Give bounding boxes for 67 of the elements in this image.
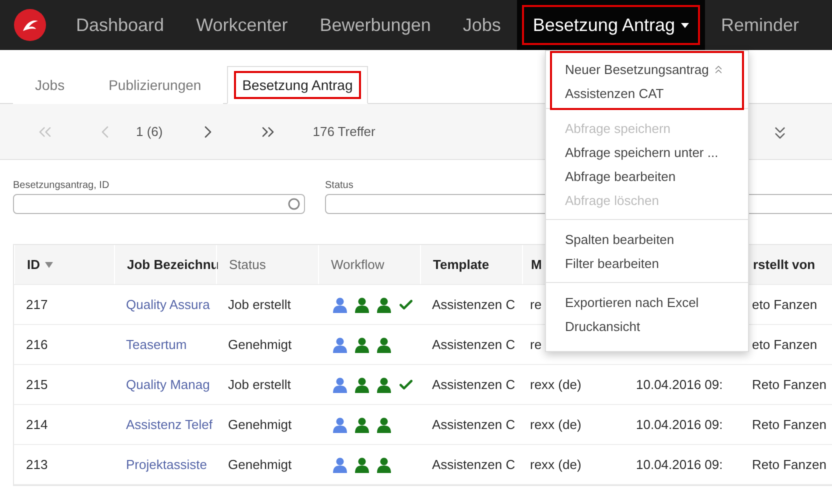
table-cell: Genehmigt (228, 337, 292, 352)
filter-label: Status (325, 180, 354, 191)
page-indicator: 1 (6) (136, 124, 163, 139)
column-title: Job Bezeichnu (127, 257, 219, 272)
table-cell: 213 (26, 457, 48, 472)
table-cell: Reto Fanzen (752, 377, 826, 392)
table-cell: Job erstellt (228, 297, 291, 312)
table-cell: 10.04.2016 09: (636, 457, 723, 472)
menu-item[interactable]: Filter bearbeiten (546, 251, 748, 275)
table-cell: eto Fanzen (752, 337, 818, 352)
table-cell: 10.04.2016 09: (636, 417, 723, 432)
job-link[interactable]: Assistenz Telef (126, 417, 212, 432)
column-title: rstellt von (753, 257, 816, 272)
nav-item[interactable]: Workcenter (180, 0, 304, 50)
job-link[interactable]: Quality Manag (126, 377, 210, 392)
menu-item[interactable]: Abfrage speichern unter ... (546, 140, 748, 164)
column-header[interactable]: ID (14, 245, 114, 284)
menu-item[interactable]: Druckansicht (546, 314, 748, 338)
menu-item[interactable]: Assistenzen CAT (552, 81, 742, 105)
menu-item[interactable]: Neuer Besetzungsantrag (552, 57, 742, 81)
filter-label: Besetzungsantrag, ID (13, 180, 110, 191)
column-header[interactable]: Status (216, 245, 318, 284)
nav-item[interactable]: Bewerbungen (304, 0, 447, 50)
table-cell: 10.04.2016 09: (636, 377, 723, 392)
table-cell: 214 (26, 417, 48, 432)
column-title: Template (433, 257, 490, 272)
job-link[interactable]: Quality Assura (126, 297, 210, 312)
job-link[interactable]: Teasertum (126, 337, 187, 352)
logo-icon[interactable] (14, 9, 46, 41)
job-link[interactable]: Projektassiste (126, 457, 207, 472)
column-title: Workflow (331, 257, 384, 272)
table-cell: rexx (de) (530, 417, 582, 432)
result-count: 176 Treffer (312, 124, 376, 139)
table-cell: rexx (de) (530, 457, 582, 472)
nav-item[interactable]: Jobs (446, 0, 517, 50)
table-cell: Reto Fanzen (752, 457, 826, 472)
nav-item[interactable]: Dashboard (60, 0, 180, 50)
table-cell: 216 (26, 337, 48, 352)
nav-item[interactable]: Besetzung Antrag (516, 0, 705, 50)
table-cell: Assistenzen C (432, 417, 516, 432)
table-cell: re (530, 297, 542, 312)
table-cell: Assistenzen C (432, 457, 516, 472)
column-header[interactable]: Template (420, 245, 522, 284)
search-icon (288, 198, 300, 210)
menu-item[interactable]: Abfrage bearbeiten (546, 164, 748, 188)
tab[interactable]: Besetzung Antrag (227, 66, 368, 104)
table-cell: Assistenzen C (432, 377, 516, 392)
filter-field[interactable] (13, 194, 305, 214)
table-cell: 217 (26, 297, 48, 312)
menu-item[interactable]: Spalten bearbeiten (546, 227, 748, 251)
table-cell: eto Fanzen (752, 297, 818, 312)
table-cell: re (530, 337, 542, 352)
column-title: ID (27, 257, 40, 272)
table-cell: Genehmigt (228, 417, 292, 432)
menu-item[interactable]: Exportieren nach Excel (546, 290, 748, 314)
column-header[interactable]: Workflow (318, 245, 420, 284)
table-cell: rexx (de) (530, 377, 582, 392)
column-title: M (531, 257, 542, 272)
nav-item[interactable]: Reminder (705, 0, 816, 50)
column-title: Status (229, 257, 266, 272)
table-cell: Genehmigt (228, 457, 292, 472)
table-cell: Job erstellt (228, 377, 291, 392)
table-cell: Reto Fanzen (752, 417, 826, 432)
column-header[interactable]: Job Bezeichnu (114, 245, 216, 284)
table-cell: Assistenzen C (432, 297, 516, 312)
table-cell: Assistenzen C (432, 337, 516, 352)
table-cell: 215 (26, 377, 48, 392)
